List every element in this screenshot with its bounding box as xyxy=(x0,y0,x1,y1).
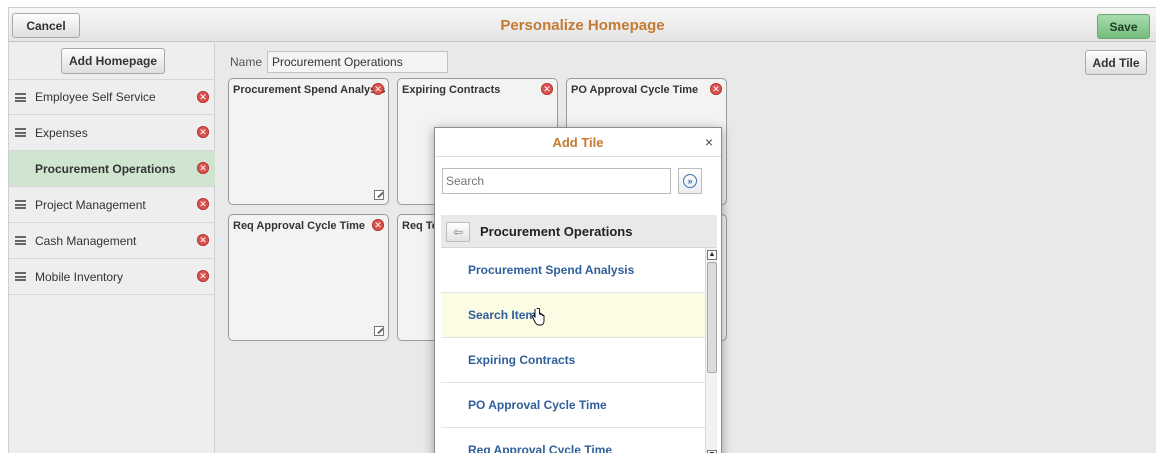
tile-label: Expiring Contracts xyxy=(402,84,501,96)
dialog-title: Add Tile xyxy=(435,128,721,157)
tile-options-list: Procurement Spend Analysis Search Items … xyxy=(441,248,705,453)
drag-handle-icon[interactable] xyxy=(15,272,26,281)
delete-icon[interactable]: ✕ xyxy=(197,126,209,138)
homepage-item-employee-self-service[interactable]: Employee Self Service ✕ xyxy=(9,79,215,115)
homepage-item-cash-management[interactable]: Cash Management ✕ xyxy=(9,223,215,259)
delete-icon[interactable]: ✕ xyxy=(197,198,209,210)
edit-icon[interactable] xyxy=(374,190,384,200)
scroll-thumb[interactable] xyxy=(707,262,717,373)
homepage-name-input[interactable] xyxy=(267,51,448,73)
page-title: Personalize Homepage xyxy=(500,17,665,34)
page-header: Cancel Personalize Homepage Save xyxy=(9,8,1156,42)
homepage-list-panel: Add Homepage Employee Self Service ✕ Exp… xyxy=(9,43,215,453)
homepage-item-procurement-operations[interactable]: Procurement Operations ✕ xyxy=(9,151,215,187)
delete-icon[interactable]: ✕ xyxy=(541,83,553,95)
tile-option-po-approval-cycle-time[interactable]: PO Approval Cycle Time xyxy=(441,383,705,428)
tile-option-req-approval-cycle-time[interactable]: Req Approval Cycle Time xyxy=(441,428,705,453)
tile-procurement-spend-analysis[interactable]: Procurement Spend Analysis ✕ xyxy=(228,78,389,205)
add-tile-dialog: Add Tile × » ⇦ Procurement Operations Pr… xyxy=(434,127,722,453)
tile-group-header: ⇦ Procurement Operations xyxy=(441,215,717,248)
drag-handle-icon[interactable] xyxy=(15,236,26,245)
drag-handle-icon[interactable] xyxy=(15,200,26,209)
tile-search-input[interactable] xyxy=(442,168,671,194)
personalize-homepage-window: Cancel Personalize Homepage Save Add Hom… xyxy=(8,7,1156,453)
homepage-item-project-management[interactable]: Project Management ✕ xyxy=(9,187,215,223)
tile-option-procurement-spend-analysis[interactable]: Procurement Spend Analysis xyxy=(441,248,705,293)
delete-icon[interactable]: ✕ xyxy=(372,83,384,95)
list-scrollbar[interactable]: ▲ ▼ xyxy=(705,248,717,453)
save-button[interactable]: Save xyxy=(1097,14,1150,39)
homepage-item-label: Employee Self Service xyxy=(35,90,156,104)
tile-option-expiring-contracts[interactable]: Expiring Contracts xyxy=(441,338,705,383)
homepage-item-label: Mobile Inventory xyxy=(35,269,124,284)
tile-label: Req Approval Cycle Time xyxy=(233,220,366,232)
delete-icon[interactable]: ✕ xyxy=(710,83,722,95)
homepage-item-mobile-inventory[interactable]: Mobile Inventory ✕ xyxy=(9,259,215,295)
name-label: Name xyxy=(230,55,263,69)
delete-icon[interactable]: ✕ xyxy=(197,270,209,282)
edit-icon[interactable] xyxy=(374,326,384,336)
homepage-list: Employee Self Service ✕ Expenses ✕ Procu… xyxy=(9,79,215,295)
add-homepage-button[interactable]: Add Homepage xyxy=(61,48,165,74)
add-tile-button[interactable]: Add Tile xyxy=(1085,50,1147,75)
homepage-item-label: Project Management xyxy=(35,197,146,212)
group-title: Procurement Operations xyxy=(480,224,633,239)
tile-req-approval-cycle-time[interactable]: Req Approval Cycle Time ✕ xyxy=(228,214,389,341)
search-button[interactable]: » xyxy=(678,168,702,194)
tile-label: Req To xyxy=(402,220,439,232)
drag-handle-icon[interactable] xyxy=(15,93,26,102)
homepage-item-label: Procurement Operations xyxy=(35,161,176,176)
homepage-item-label: Expenses xyxy=(35,125,88,140)
delete-icon[interactable]: ✕ xyxy=(197,91,209,103)
back-arrow-icon[interactable]: ⇦ xyxy=(446,222,470,242)
tile-option-search-items[interactable]: Search Items xyxy=(441,293,705,338)
delete-icon[interactable]: ✕ xyxy=(197,162,209,174)
scroll-up-icon[interactable]: ▲ xyxy=(707,250,717,260)
close-icon[interactable]: × xyxy=(705,134,713,150)
tile-label: Procurement Spend Analysis xyxy=(233,84,386,96)
drag-handle-icon[interactable] xyxy=(15,128,26,137)
double-chevron-right-icon: » xyxy=(683,174,697,188)
homepage-item-expenses[interactable]: Expenses ✕ xyxy=(9,115,215,151)
homepage-item-label: Cash Management xyxy=(35,233,137,248)
delete-icon[interactable]: ✕ xyxy=(197,234,209,246)
hand-pointer-icon xyxy=(531,308,545,326)
tile-label: PO Approval Cycle Time xyxy=(571,84,699,96)
delete-icon[interactable]: ✕ xyxy=(372,219,384,231)
